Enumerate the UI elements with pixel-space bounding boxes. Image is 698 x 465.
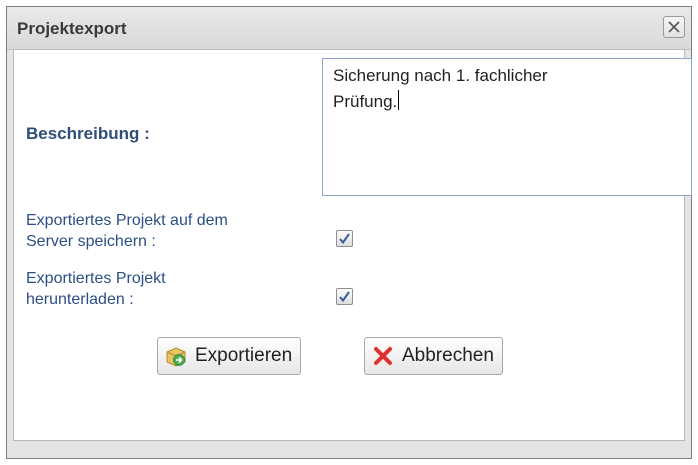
- save-on-server-label: Exportiertes Projekt auf dem Server spei…: [26, 212, 228, 250]
- checkmark-icon: [339, 291, 350, 303]
- cancel-button[interactable]: Abbrechen: [364, 337, 503, 375]
- dialog-body: Beschreibung : Sicherung nach 1. fachlic…: [13, 49, 692, 441]
- save-on-server-checkbox[interactable]: [336, 230, 353, 247]
- description-label: Beschreibung :: [26, 124, 150, 143]
- download-checkbox[interactable]: [336, 288, 353, 305]
- cancel-button-label: Abbrechen: [402, 345, 494, 366]
- export-box-icon: [164, 344, 188, 368]
- description-text: Sicherung nach 1. fachlicher Prüfung.: [333, 66, 548, 111]
- close-icon: [668, 21, 680, 33]
- export-button-label: Exportieren: [195, 345, 293, 366]
- download-label: Exportiertes Projekt herunterladen :: [26, 270, 166, 308]
- text-caret: [398, 90, 400, 110]
- close-button[interactable]: [663, 16, 685, 38]
- checkmark-icon: [339, 233, 350, 245]
- projektexport-dialog: Projektexport Beschreibung : Sicherung n…: [6, 6, 692, 459]
- dialog-titlebar[interactable]: Projektexport: [7, 7, 691, 50]
- description-textarea[interactable]: Sicherung nach 1. fachlicher Prüfung.: [322, 58, 692, 196]
- export-button[interactable]: Exportieren: [157, 337, 302, 375]
- dialog-title: Projektexport: [17, 19, 127, 38]
- red-x-icon: [371, 344, 395, 368]
